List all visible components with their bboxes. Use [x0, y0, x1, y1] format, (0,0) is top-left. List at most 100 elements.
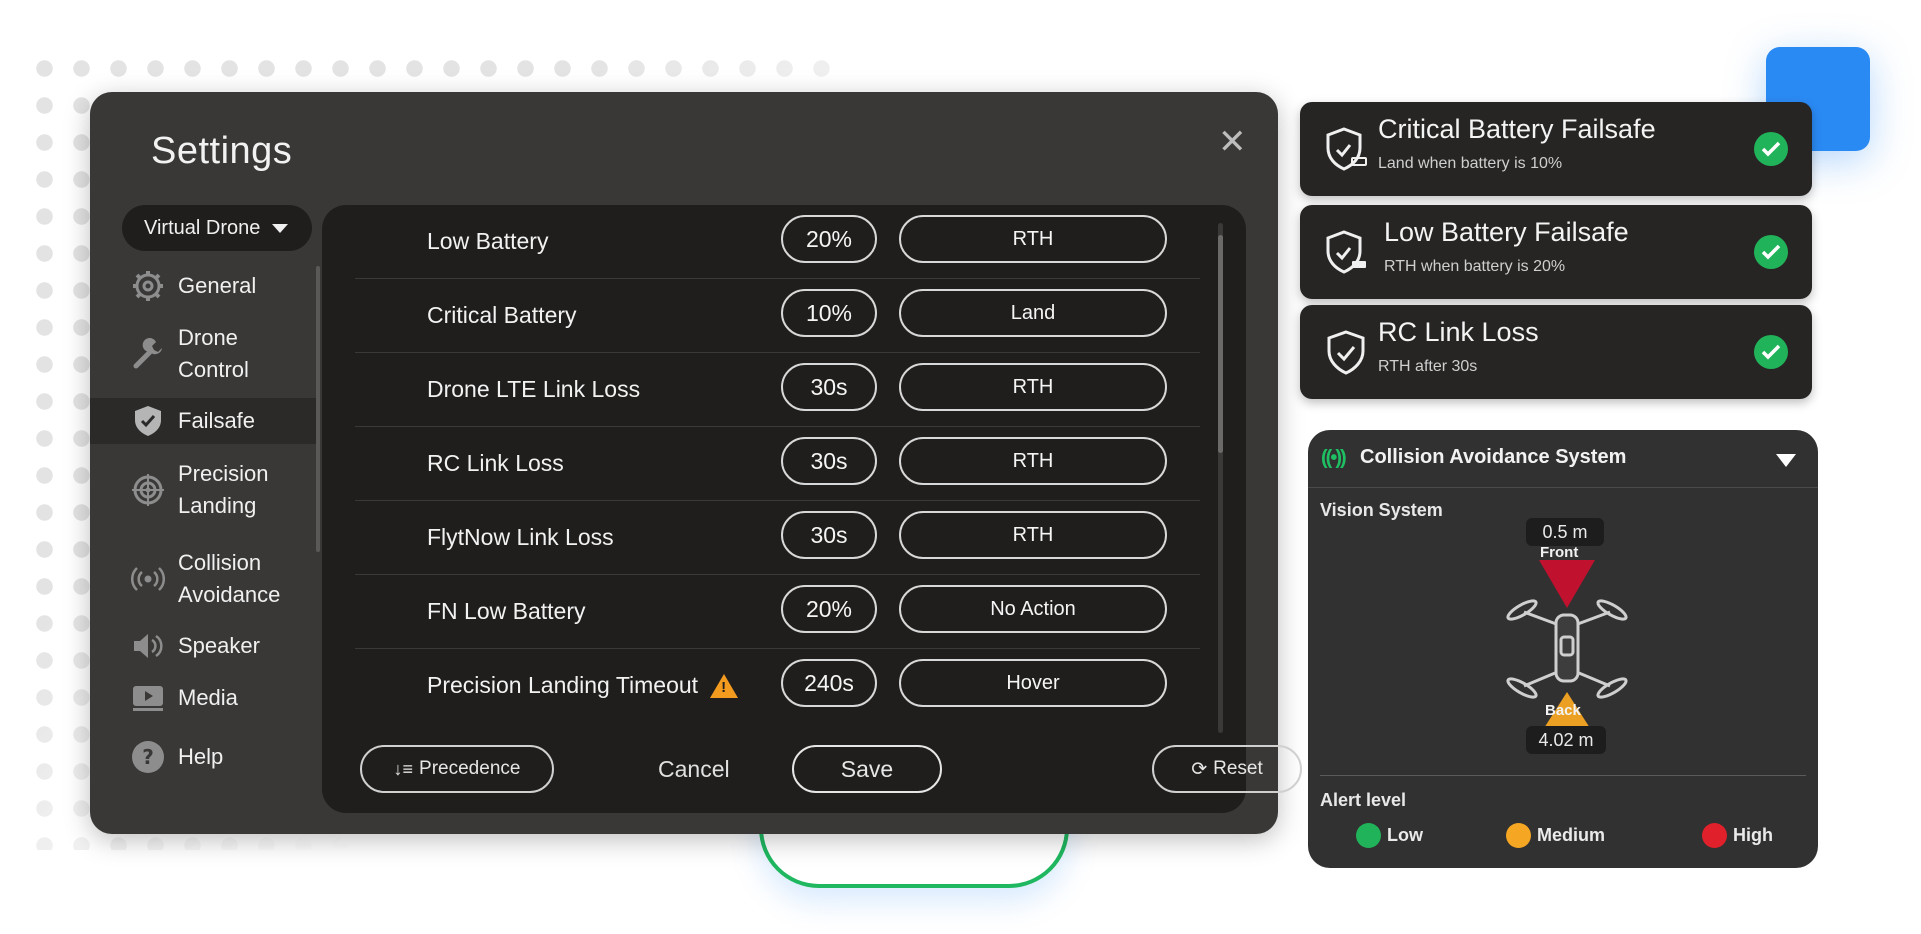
sort-icon: ↓≡ — [393, 758, 414, 779]
failsafe-card-title: Low Battery Failsafe — [1384, 217, 1629, 247]
sidebar-item-help[interactable]: ? Help — [90, 728, 318, 786]
row-label: Drone LTE Link Loss — [427, 376, 641, 402]
failsafe-card-critical-battery[interactable]: Critical Battery Failsafe Land when batt… — [1300, 102, 1812, 196]
refresh-icon: ⟳ — [1191, 758, 1208, 780]
speaker-icon — [130, 628, 166, 664]
alert-level-label: Alert level — [1320, 790, 1407, 810]
action-select[interactable]: RTH — [899, 363, 1167, 411]
row-label: Low Battery — [427, 228, 549, 254]
sidebar-item-speaker[interactable]: Speaker — [90, 622, 318, 670]
shield-check-icon — [1327, 330, 1365, 375]
divider — [1320, 775, 1806, 776]
target-icon — [130, 472, 166, 508]
failsafe-card-rc-link-loss[interactable]: RC Link Loss RTH after 30s — [1300, 305, 1812, 399]
chevron-down-icon[interactable] — [1776, 454, 1796, 467]
play-icon — [130, 680, 166, 716]
collision-avoidance-panel: ((•)) Collision Avoidance System Vision … — [1308, 430, 1818, 868]
failsafe-card-title: Critical Battery Failsafe — [1378, 114, 1656, 144]
failsafe-row-low-battery: Low Battery 20% RTH — [355, 205, 1200, 279]
sidebar-item-label: Drone Control — [178, 325, 249, 382]
alert-level-low: Low — [1356, 823, 1423, 848]
legend-label: High — [1733, 825, 1773, 845]
back-distance-badge: 4.02 m — [1526, 726, 1606, 754]
radio-waves-icon: ((•)) — [1321, 447, 1347, 469]
sidebar-scrollbar[interactable] — [316, 266, 320, 552]
failsafe-row-precision-landing-timeout: Precision Landing Timeout 240s Hover — [355, 649, 1200, 723]
save-button[interactable]: Save — [792, 745, 942, 793]
threshold-input[interactable]: 240s — [781, 659, 877, 707]
sidebar-item-precision-landing[interactable]: Precision Landing — [90, 444, 318, 536]
failsafe-row-drone-lte-link-loss: Drone LTE Link Loss 30s RTH — [355, 353, 1200, 427]
sidebar-item-label: Media — [178, 685, 238, 710]
drone-icon — [1506, 599, 1628, 699]
panel-scrollbar[interactable] — [1218, 235, 1223, 453]
action-select[interactable]: Land — [899, 289, 1167, 337]
reset-button[interactable]: ⟳ Reset — [1152, 745, 1302, 793]
sidebar-item-media[interactable]: Media — [90, 670, 318, 726]
row-label: FN Low Battery — [427, 598, 586, 624]
alert-level-high: High — [1702, 823, 1773, 848]
row-label: Critical Battery — [427, 302, 577, 328]
check-icon — [1754, 235, 1788, 269]
check-icon — [1754, 335, 1788, 369]
front-label: Front — [1540, 544, 1579, 561]
front-zone — [1539, 560, 1595, 608]
failsafe-card-subtitle: RTH when battery is 20% — [1384, 258, 1566, 275]
failsafe-row-fn-low-battery: FN Low Battery 20% No Action — [355, 575, 1200, 649]
threshold-input[interactable]: 20% — [781, 585, 877, 633]
legend-dot-low — [1356, 823, 1381, 848]
sidebar-item-drone-control[interactable]: Drone Control — [90, 310, 318, 398]
action-select[interactable]: RTH — [899, 215, 1167, 263]
threshold-input[interactable]: 10% — [781, 289, 877, 337]
row-label: Precision Landing Timeout — [427, 672, 739, 699]
sidebar-item-label: Precision Landing — [178, 461, 269, 518]
row-label-text: Precision Landing Timeout — [427, 672, 699, 698]
threshold-input[interactable]: 20% — [781, 215, 877, 263]
threshold-input[interactable]: 30s — [781, 363, 877, 411]
failsafe-card-title: RC Link Loss — [1378, 317, 1539, 347]
radio-waves-icon — [130, 561, 166, 597]
sidebar-item-label: Help — [178, 744, 224, 769]
settings-title: Settings — [151, 130, 293, 172]
drone-select[interactable]: Virtual Drone — [122, 205, 312, 251]
close-icon[interactable]: ✕ — [1218, 125, 1247, 159]
sidebar-item-general[interactable]: General — [90, 262, 318, 310]
collision-avoidance-header[interactable]: ((•)) Collision Avoidance System — [1308, 430, 1818, 488]
action-select[interactable]: RTH — [899, 511, 1167, 559]
row-label: RC Link Loss — [427, 450, 564, 476]
sidebar-item-failsafe[interactable]: Failsafe — [90, 398, 318, 444]
collision-avoidance-title: Collision Avoidance System — [1360, 446, 1627, 468]
legend-dot-medium — [1506, 823, 1531, 848]
cancel-button[interactable]: Cancel — [658, 756, 730, 783]
precedence-button[interactable]: ↓≡ Precedence — [360, 745, 554, 793]
sidebar-item-collision-avoidance[interactable]: Collision Avoidance — [90, 536, 318, 622]
shield-battery-icon — [1326, 230, 1366, 274]
reset-label: Reset — [1213, 758, 1263, 779]
precedence-label: Precedence — [419, 758, 521, 779]
failsafe-row-flytnow-link-loss: FlytNow Link Loss 30s RTH — [355, 501, 1200, 575]
chevron-down-icon — [272, 223, 289, 233]
shield-icon — [130, 403, 166, 439]
threshold-input[interactable]: 30s — [781, 437, 877, 485]
legend-dot-high — [1702, 823, 1727, 848]
shield-battery-icon — [1326, 127, 1367, 171]
action-select[interactable]: Hover — [899, 659, 1167, 707]
sidebar-item-label: Speaker — [178, 633, 260, 658]
failsafe-card-subtitle: RTH after 30s — [1378, 358, 1478, 375]
failsafe-card-low-battery[interactable]: Low Battery Failsafe RTH when battery is… — [1300, 205, 1812, 299]
alert-level-medium: Medium — [1506, 823, 1605, 848]
settings-window: Settings ✕ Virtual Drone General Drone C… — [90, 92, 1302, 834]
warning-icon[interactable] — [710, 673, 739, 698]
action-select[interactable]: No Action — [899, 585, 1167, 633]
failsafe-row-critical-battery: Critical Battery 10% Land — [355, 279, 1200, 353]
action-select[interactable]: RTH — [899, 437, 1167, 485]
settings-sidebar: General Drone Control Failsafe Precision… — [90, 262, 318, 786]
failsafe-panel: Low Battery 20% RTH Critical Battery 10%… — [322, 205, 1302, 813]
help-icon: ? — [130, 739, 166, 775]
threshold-input[interactable]: 30s — [781, 511, 877, 559]
legend-label: Low — [1387, 825, 1423, 845]
back-label: Back — [1545, 702, 1581, 719]
sidebar-item-label: Collision Avoidance — [178, 550, 281, 607]
row-label: FlytNow Link Loss — [427, 524, 614, 550]
drone-select-value: Virtual Drone — [144, 216, 261, 239]
